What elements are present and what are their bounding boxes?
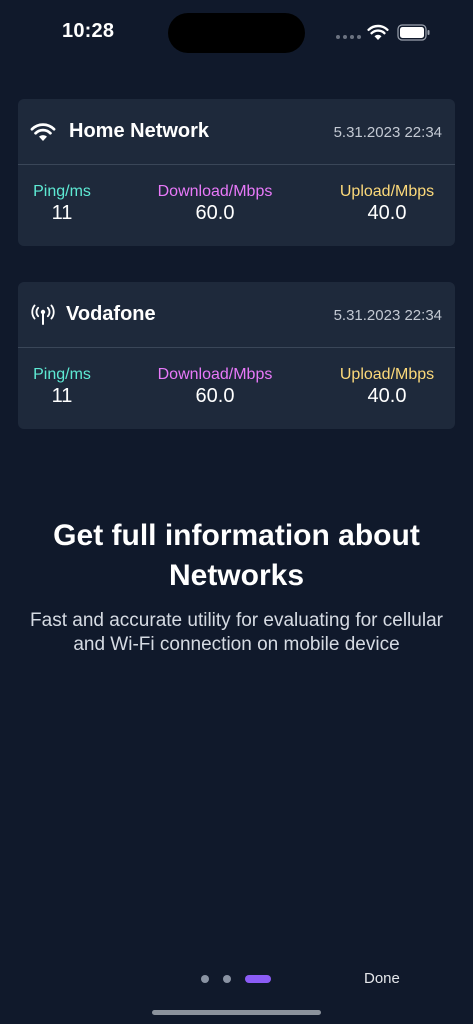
wifi-icon — [30, 123, 56, 141]
dynamic-island — [168, 13, 305, 53]
upload-value: 40.0 — [367, 202, 407, 224]
download-value: 60.0 — [195, 202, 235, 224]
test-date: 5.31.2023 22:34 — [333, 124, 442, 141]
download-label: Download/Mbps — [157, 183, 273, 200]
upload-metric: Upload/Mbps 40.0 — [332, 366, 442, 408]
page-dot-1[interactable] — [201, 975, 209, 983]
upload-metric: Upload/Mbps 40.0 — [332, 183, 442, 225]
network-card-home[interactable]: Home Network 5.31.2023 22:34 Ping/ms 11 … — [18, 99, 455, 246]
test-date: 5.31.2023 22:34 — [333, 307, 442, 324]
ping-value: 11 — [51, 202, 73, 224]
onboarding-subtitle: Fast and accurate utility for evaluating… — [30, 610, 443, 655]
cellular-signal-icon — [336, 35, 361, 39]
upload-label: Upload/Mbps — [339, 366, 435, 383]
ping-metric: Ping/ms 11 — [30, 183, 94, 225]
page-dot-2[interactable] — [223, 975, 231, 983]
card-header: Home Network 5.31.2023 22:34 — [18, 99, 455, 165]
onboarding-screen: 10:28 Home Network 5.31.2023 22:34 Ping/… — [0, 0, 473, 1024]
download-metric: Download/Mbps 60.0 — [148, 183, 282, 225]
page-dot-3-active[interactable] — [245, 975, 271, 983]
metrics-row: Ping/ms 11 Download/Mbps 60.0 Upload/Mbp… — [18, 348, 455, 428]
done-button[interactable]: Done — [364, 970, 400, 987]
card-header: Vodafone 5.31.2023 22:34 — [18, 282, 455, 348]
home-indicator[interactable] — [152, 1010, 321, 1015]
wifi-status-icon — [367, 24, 389, 40]
page-indicator[interactable] — [201, 975, 271, 983]
download-value: 60.0 — [195, 385, 235, 407]
status-time: 10:28 — [62, 20, 115, 42]
network-name: Vodafone — [66, 303, 156, 325]
ping-label: Ping/ms — [33, 183, 91, 200]
ping-metric: Ping/ms 11 — [30, 366, 94, 408]
onboarding-headline: Get full information about Networks — [53, 519, 420, 592]
network-name: Home Network — [69, 120, 210, 142]
battery-icon — [397, 24, 430, 41]
ping-value: 11 — [51, 385, 73, 407]
metrics-row: Ping/ms 11 Download/Mbps 60.0 Upload/Mbp… — [18, 165, 455, 245]
upload-value: 40.0 — [367, 385, 407, 407]
ping-label: Ping/ms — [33, 366, 91, 383]
upload-label: Upload/Mbps — [339, 183, 435, 200]
network-card-vodafone[interactable]: Vodafone 5.31.2023 22:34 Ping/ms 11 Down… — [18, 282, 455, 429]
cellular-antenna-icon — [31, 304, 55, 325]
download-metric: Download/Mbps 60.0 — [148, 366, 282, 408]
download-label: Download/Mbps — [157, 366, 273, 383]
